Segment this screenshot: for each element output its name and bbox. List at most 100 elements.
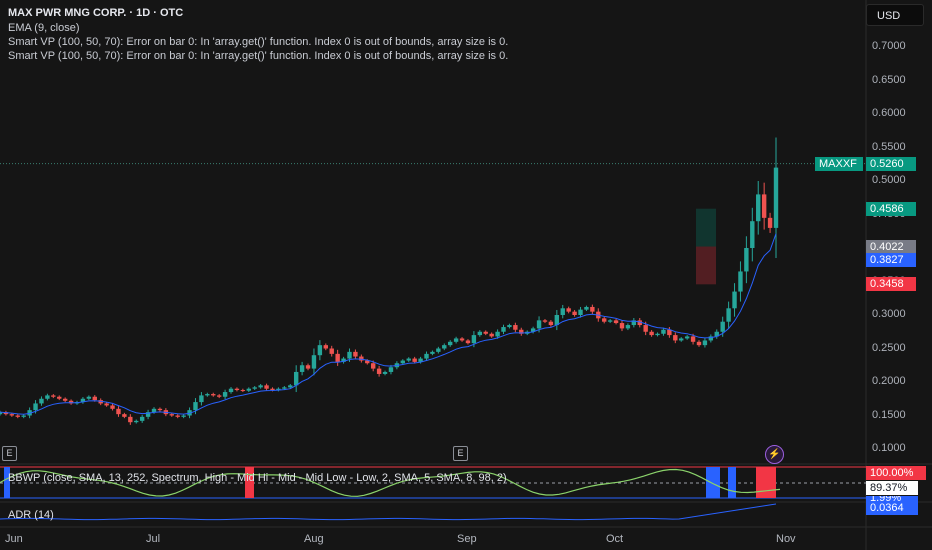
candle xyxy=(590,304,595,314)
price-scale-label: 0.7000 xyxy=(872,40,906,52)
candle xyxy=(708,334,714,343)
candle xyxy=(216,394,222,399)
candle xyxy=(631,318,637,328)
candle xyxy=(305,363,311,371)
time-label-oct: Oct xyxy=(606,533,624,545)
symbol-title[interactable]: MAX PWR MNG CORP. · 1D · OTC xyxy=(8,6,183,20)
candle xyxy=(465,339,471,345)
candle xyxy=(542,319,548,324)
candle xyxy=(738,261,743,302)
adr-legend[interactable]: ADR (14) xyxy=(8,509,54,521)
candle xyxy=(359,354,364,363)
earnings-badge[interactable]: E xyxy=(453,446,468,461)
ema-price-tag: 0.3827 xyxy=(866,252,916,267)
candle xyxy=(341,356,346,364)
candle xyxy=(519,327,524,336)
candle xyxy=(62,397,68,403)
smart-vp-error-1: Smart VP (100, 50, 70): Error on bar 0: … xyxy=(8,36,509,48)
candle xyxy=(507,323,512,329)
candle xyxy=(134,419,139,424)
position-target-zone xyxy=(696,208,716,247)
candle xyxy=(572,309,577,317)
candle xyxy=(607,319,613,324)
candle xyxy=(673,332,678,344)
candle xyxy=(436,346,441,354)
adr-line xyxy=(0,503,777,521)
price-scale-label: 0.2000 xyxy=(872,375,906,387)
candle xyxy=(489,332,494,338)
candle xyxy=(649,330,654,337)
position-stop-zone xyxy=(696,246,716,285)
candle xyxy=(483,330,488,336)
candle xyxy=(584,305,589,311)
candle xyxy=(554,309,560,331)
candle xyxy=(39,396,44,406)
lightning-icon[interactable]: ⚡ xyxy=(765,445,784,464)
candle xyxy=(424,351,429,361)
candle xyxy=(45,393,50,401)
bbwp-extreme-bar xyxy=(756,467,776,498)
candle xyxy=(21,414,26,419)
price-scale-label: 0.2500 xyxy=(872,341,906,354)
candle xyxy=(548,320,554,327)
chart-canvas[interactable] xyxy=(0,0,932,550)
bbwp-extreme-bar xyxy=(706,467,720,498)
price-scale-label: 0.1500 xyxy=(872,408,906,421)
stop-price-tag: 0.3458 xyxy=(866,277,916,292)
candle xyxy=(317,340,323,361)
time-label-sep: Sep xyxy=(457,533,477,545)
candle xyxy=(293,365,299,393)
candle xyxy=(234,387,240,392)
candle xyxy=(181,414,186,419)
price-scale-label: 0.5000 xyxy=(872,174,906,186)
currency-button[interactable]: USD xyxy=(866,4,924,26)
bbwp-legend[interactable]: BBWP (close, SMA, 13, 252, Spectrum, Hig… xyxy=(8,472,507,484)
candle xyxy=(205,392,210,397)
candle xyxy=(696,340,702,347)
candle xyxy=(761,182,767,230)
candle xyxy=(122,412,127,419)
candle xyxy=(116,406,121,417)
candle xyxy=(477,330,483,337)
candle xyxy=(276,387,281,392)
candle xyxy=(560,304,565,319)
long-position-tool[interactable] xyxy=(696,208,716,285)
candle xyxy=(750,207,755,262)
smart-vp-error-2: Smart VP (100, 50, 70): Error on bar 0: … xyxy=(8,50,509,62)
candle xyxy=(323,343,329,351)
symbol-tag: MAXXF xyxy=(815,156,863,171)
candle xyxy=(684,335,690,340)
earnings-badge[interactable]: E xyxy=(2,446,17,461)
ema-legend[interactable]: EMA (9, close) xyxy=(8,21,80,35)
candle xyxy=(335,349,340,366)
candle xyxy=(139,414,145,423)
candle xyxy=(57,395,62,401)
candle xyxy=(157,407,163,412)
price-scale-label: 0.3000 xyxy=(872,308,906,320)
candle xyxy=(501,324,506,335)
candle xyxy=(128,414,133,425)
candle xyxy=(767,212,773,233)
candle xyxy=(252,386,257,391)
candle xyxy=(145,409,151,420)
candle xyxy=(459,337,465,342)
price-scale-label: 0.6500 xyxy=(872,73,906,86)
candle xyxy=(86,395,92,401)
candle xyxy=(702,338,708,348)
candle xyxy=(566,306,571,314)
candle xyxy=(258,384,263,389)
price-scale-label: 0.6000 xyxy=(872,107,906,119)
candle xyxy=(199,392,204,406)
time-label-nov: Nov xyxy=(776,533,796,545)
candle xyxy=(732,283,737,317)
candle xyxy=(430,350,435,356)
candle xyxy=(382,370,388,376)
bbwp-value-tag: 89.37% xyxy=(866,481,918,495)
candle xyxy=(240,388,246,393)
candle xyxy=(0,410,3,416)
bbwp-extreme-bar xyxy=(728,467,736,498)
candle xyxy=(376,365,382,377)
candle xyxy=(406,357,411,362)
candle xyxy=(15,414,20,419)
candle xyxy=(222,389,228,400)
